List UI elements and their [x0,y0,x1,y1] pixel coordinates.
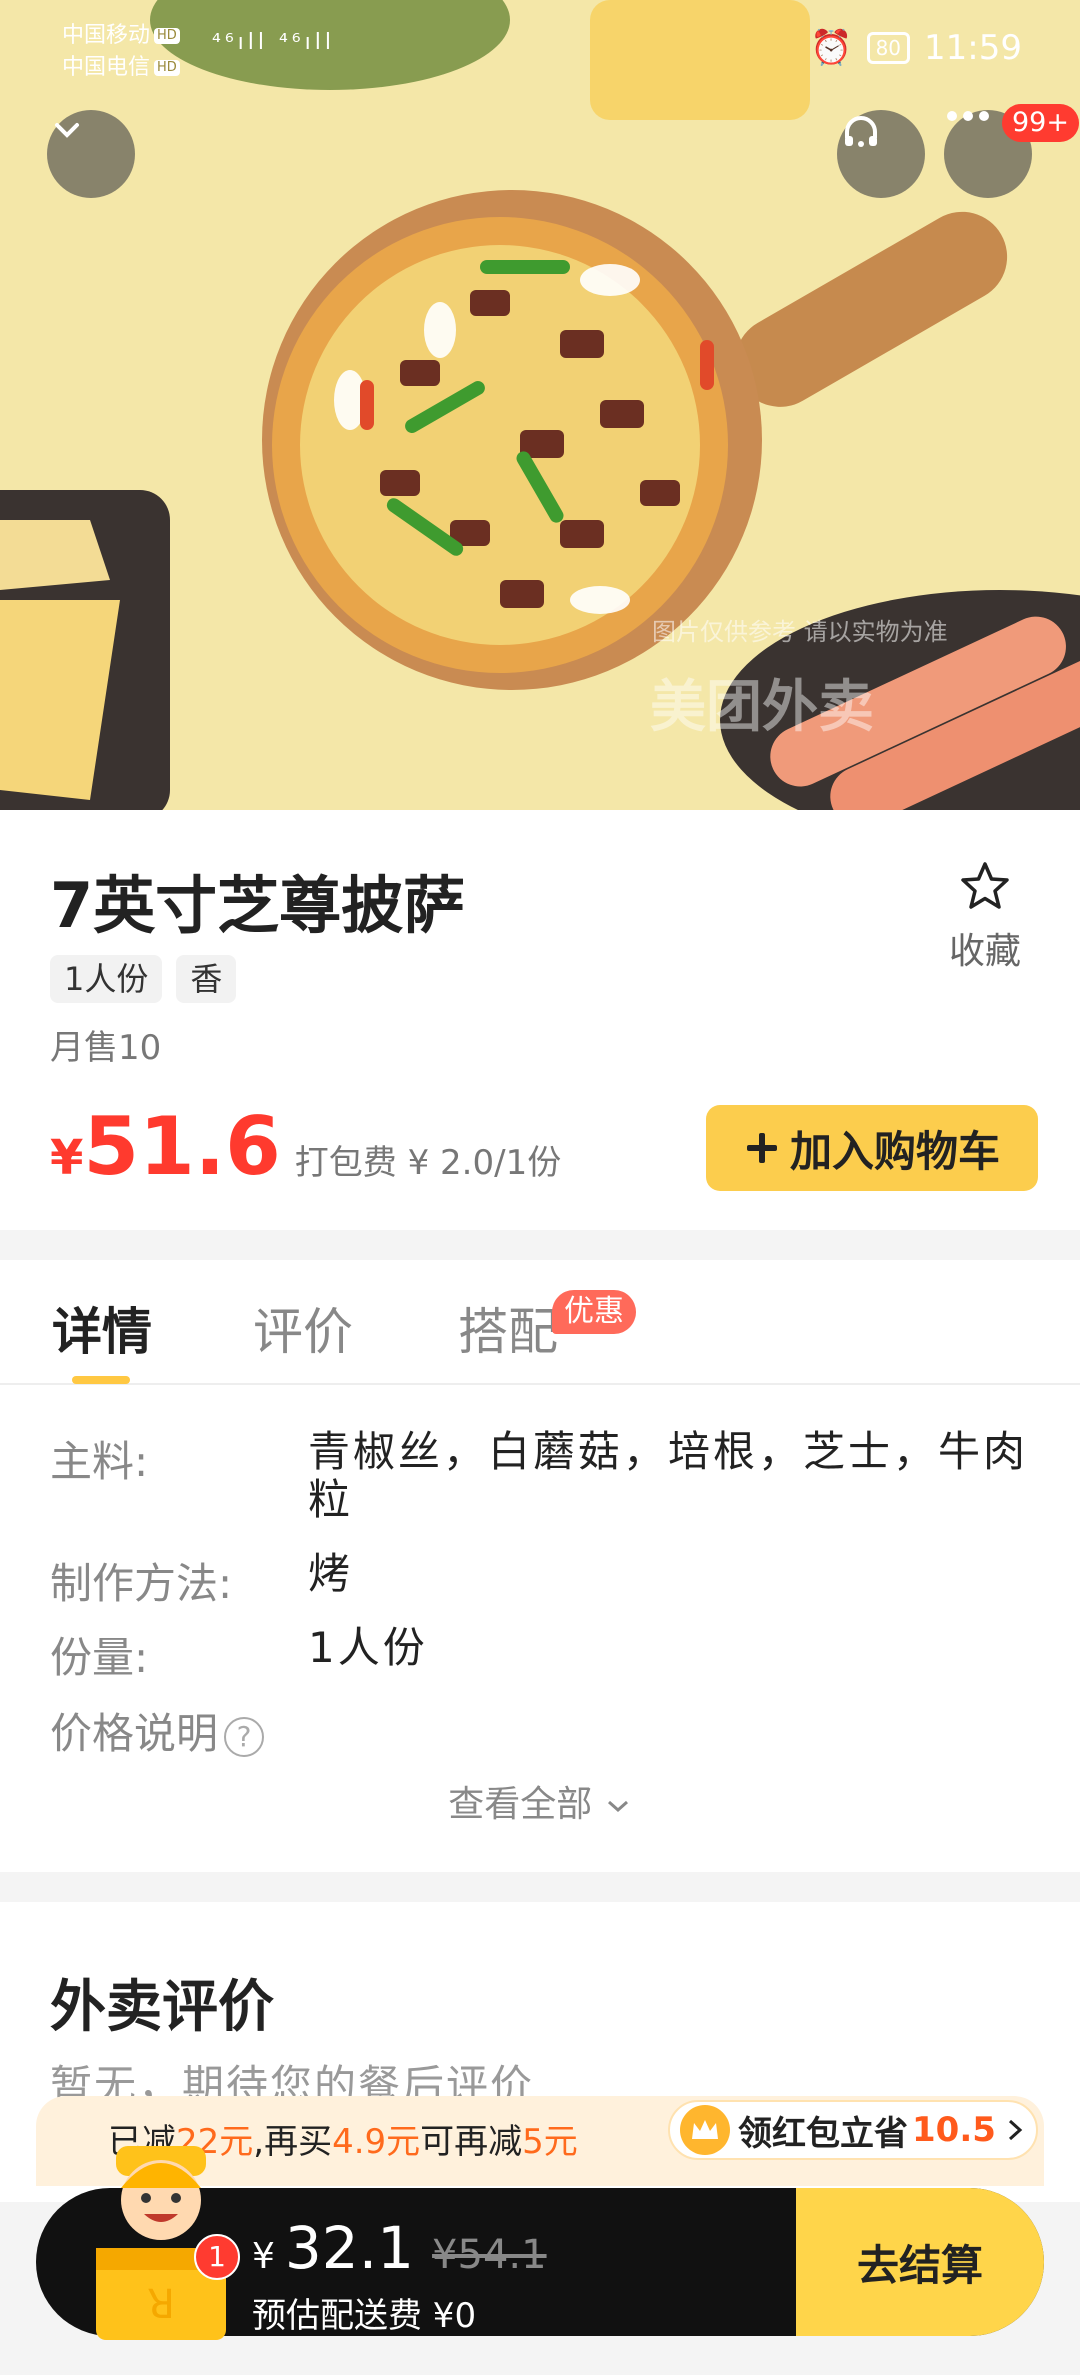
chevron-down-icon [607,1800,628,1813]
active-tab-indicator [72,1376,130,1384]
red-packet-label: 领红包立省 [738,2113,908,2154]
tag-portion: 1人份 [50,955,163,1003]
cart-original-price: ¥54.1 [432,2232,547,2278]
tab-details[interactable]: 详情 [52,1292,152,1364]
product-image: 中国移动 HD 中国电信 HD ⁴⁶ıll ⁴⁶ıll ⏰ 80 11:59 99+… [0,0,1080,810]
brand-watermark: 美团外卖 [650,675,874,740]
discount-need: 4.9元 [332,2122,421,2162]
view-all-label: 查看全部 [448,1784,593,1825]
signal-icon: ⁴⁶ıll ⁴⁶ıll [212,30,335,55]
collapse-button[interactable] [47,110,135,198]
discount-extra: 5元 [522,2122,578,2162]
alarm-icon: ⏰ [810,28,853,68]
price-symbol: ¥ [50,1130,84,1186]
product-tags: 1人份 香 [50,955,237,1003]
add-to-cart-button[interactable]: 加入购物车 [706,1105,1038,1191]
chevron-right-icon [1008,2119,1023,2141]
packing-fee: 打包费 ¥ 2.0/1份 [294,1143,562,1183]
promo-badge: 优惠 [552,1290,636,1334]
hd-badge: HD [154,60,180,76]
cart-currency: ¥ [252,2236,275,2277]
plus-icon [746,1133,777,1163]
price: 51.6 [83,1100,281,1193]
help-icon[interactable]: ? [224,1716,265,1757]
carrier-info: 中国移动 HD 中国电信 HD [62,20,180,84]
clock: 11:59 [924,28,1022,68]
monthly-sales: 月售10 [50,1028,162,1068]
product-name: 7英寸芝尊披萨 [50,869,466,942]
chevron-down-icon [55,123,79,138]
status-bar: 中国移动 HD 中国电信 HD ⁴⁶ıll ⁴⁶ıll ⏰ 80 11:59 [0,0,1080,110]
star-icon [961,862,1009,909]
reviews-title: 外卖评价 [50,1975,274,2040]
carrier-2: 中国电信 [62,55,151,80]
add-to-cart-label: 加入购物车 [789,1126,1000,1176]
crown-icon [680,2105,730,2155]
red-packet-amount: 10.5 [912,2110,996,2150]
delivery-fee: 预估配送费 ¥0 [252,2296,477,2336]
product-info: 7英寸芝尊披萨 收藏 1人份 香 月售10 ¥ 51.6 打包费 ¥ 2.0/1… [0,810,1080,1230]
headset-icon [845,116,877,147]
pizza-photo [0,0,1080,810]
hd-badge: HD [154,28,180,44]
ingredients-value: 青椒丝，白蘑菇，培根，芝士，牛肉粒 [308,1427,1029,1524]
checkout-button[interactable]: 去结算 [796,2188,1044,2336]
svg-text:ꓤ: ꓤ [147,2282,175,2328]
red-packet-button[interactable]: 领红包立省 10.5 [668,2100,1038,2160]
discount-can: 可再减 [420,2122,523,2162]
tab-reviews[interactable]: 评价 [253,1292,353,1364]
more-dots-icon [947,111,989,121]
image-disclaimer: 图片仅供参考 请以实物为准 [652,618,948,646]
view-all-link[interactable]: 查看全部 [0,1775,1080,1827]
message-count-badge: 99+ [1002,104,1079,142]
carrier-1: 中国移动 [62,23,151,48]
favorite-label: 收藏 [948,931,1021,972]
cart-total: ¥ 32.1 ¥54.1 [252,2214,547,2282]
discount-more: ,再买 [253,2122,333,2162]
method-label: 制作方法: [50,1559,233,1608]
portion-value: 1人份 [308,1623,428,1672]
portion-label: 份量: [50,1633,149,1682]
method-value: 烤 [308,1549,354,1598]
tab-bar: 详情 评价 搭配 优惠 [0,1260,1080,1385]
cart-amount: 32.1 [284,2214,415,2282]
ingredients-label: 主料: [50,1437,149,1486]
details-section: 详情 评价 搭配 优惠 主料: 青椒丝，白蘑菇，培根，芝士，牛肉粒 制作方法: … [0,1260,1080,1872]
customer-service-button[interactable] [837,110,925,198]
favorite-button[interactable]: 收藏 [940,860,1030,974]
tab-combo[interactable]: 搭配 [458,1292,558,1364]
cart-count-badge: 1 [194,2234,240,2280]
price-note-label: 价格说明 [50,1709,219,1758]
battery-icon: 80 [866,32,911,64]
tag-flavor: 香 [176,955,237,1003]
price-row: ¥ 51.6 打包费 ¥ 2.0/1份 [50,1100,561,1193]
